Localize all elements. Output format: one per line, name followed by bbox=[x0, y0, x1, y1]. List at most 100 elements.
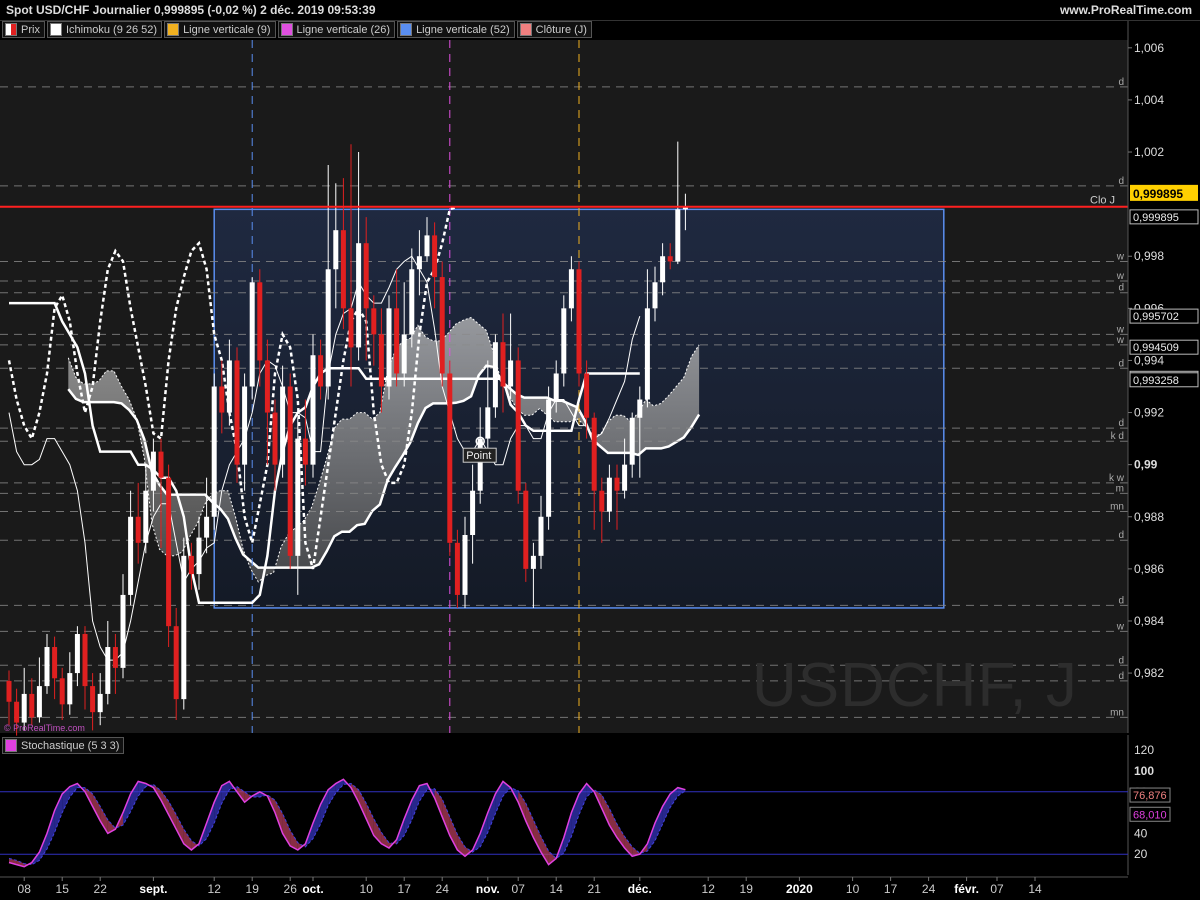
legend-item[interactable]: Ichimoku (9 26 52) bbox=[46, 21, 163, 38]
candle-body bbox=[394, 308, 400, 374]
indicator-legend: Prix Ichimoku (9 26 52) Ligne verticale (9… bbox=[2, 21, 592, 38]
candle-body bbox=[416, 256, 422, 270]
last-price-label: 0,999895 bbox=[1133, 187, 1183, 201]
chart-canvas: ddwwdwwddk dk wmmnddwddmn Clo J Point 1,… bbox=[0, 20, 1199, 896]
candle-body bbox=[340, 230, 346, 309]
candle-body bbox=[409, 269, 415, 335]
time-tick-label: 14 bbox=[1028, 882, 1042, 896]
candle-body bbox=[295, 438, 301, 556]
candle-body bbox=[356, 243, 362, 348]
candle-body bbox=[196, 537, 202, 575]
candle-body bbox=[660, 256, 666, 283]
candle-body bbox=[333, 230, 339, 270]
candle-body bbox=[576, 269, 582, 374]
legend-label: Ligne verticale (26) bbox=[296, 23, 391, 36]
candle-body bbox=[44, 647, 50, 687]
level-tag: d bbox=[1118, 530, 1124, 541]
time-tick-label: févr. bbox=[954, 882, 979, 896]
candle-body bbox=[128, 516, 134, 595]
candle-body bbox=[432, 235, 438, 278]
time-tick-label: 14 bbox=[550, 882, 564, 896]
website-label[interactable]: www.ProRealTime.com bbox=[1060, 3, 1192, 17]
time-tick-label: 19 bbox=[246, 882, 260, 896]
level-tag: k w bbox=[1109, 473, 1125, 484]
candle-body bbox=[454, 542, 460, 595]
price-tick-label: 1,006 bbox=[1134, 41, 1164, 55]
stoch-legend-item[interactable]: Stochastique (5 3 3) bbox=[2, 737, 125, 754]
candle-body bbox=[150, 451, 156, 491]
candle-body bbox=[97, 693, 103, 713]
candle-body bbox=[74, 634, 80, 674]
price-tick-label: 0,982 bbox=[1134, 666, 1164, 680]
candle-body bbox=[29, 693, 35, 718]
candle-body bbox=[644, 308, 650, 400]
level-tag: mn bbox=[1110, 707, 1124, 718]
level-tag: k d bbox=[1111, 431, 1124, 442]
candle-body bbox=[584, 373, 590, 418]
candle-body bbox=[599, 490, 605, 512]
legend-label: Prix bbox=[21, 23, 40, 36]
candle-body bbox=[515, 360, 521, 491]
candle-body bbox=[173, 626, 179, 700]
title-bar: Spot USD/CHF Journalier 0,999895 (-0,02 … bbox=[0, 0, 1200, 21]
level-tag: d bbox=[1118, 418, 1124, 429]
candle-body bbox=[500, 342, 506, 387]
candle-body bbox=[637, 399, 643, 418]
candle-body bbox=[652, 282, 658, 309]
level-tag: w bbox=[1116, 324, 1125, 335]
candle-body bbox=[371, 308, 377, 335]
time-tick-label: 12 bbox=[702, 882, 716, 896]
candle-body bbox=[561, 308, 567, 374]
candle-body bbox=[348, 308, 354, 348]
time-tick-label: sept. bbox=[139, 882, 167, 896]
candle-body bbox=[21, 693, 27, 723]
time-tick-label: 17 bbox=[398, 882, 412, 896]
time-tick-label: 2020 bbox=[786, 882, 813, 896]
candle-body bbox=[204, 516, 210, 538]
stoch-tick-label: 120 bbox=[1134, 743, 1154, 757]
candle-body bbox=[477, 438, 483, 491]
symbol-watermark: USDCHF, J bbox=[752, 651, 1078, 720]
candle-body bbox=[6, 680, 12, 702]
candle-body bbox=[135, 516, 141, 543]
legend-item[interactable]: Prix bbox=[2, 21, 45, 38]
candle-body bbox=[211, 386, 217, 517]
legend-item[interactable]: Clôture (J) bbox=[516, 21, 592, 38]
legend-swatch-icon bbox=[167, 23, 180, 36]
candle-body bbox=[302, 438, 308, 465]
price-tick-label: 0,994 bbox=[1134, 353, 1164, 367]
time-tick-label: 07 bbox=[990, 882, 1004, 896]
price-tick-label: 1,002 bbox=[1134, 145, 1164, 159]
candle-body bbox=[112, 647, 118, 668]
stoch-legend-label: Stochastique (5 3 3) bbox=[21, 739, 120, 752]
level-tag: w bbox=[1116, 335, 1125, 346]
price-tick-label: 1,004 bbox=[1134, 93, 1164, 107]
legend-item[interactable]: Ligne verticale (26) bbox=[277, 21, 396, 38]
legend-item[interactable]: Ligne verticale (9) bbox=[164, 21, 276, 38]
time-tick-label: 26 bbox=[284, 882, 298, 896]
candle-body bbox=[219, 386, 225, 413]
candle-body bbox=[363, 243, 369, 309]
level-tag: d bbox=[1118, 358, 1124, 369]
stoch-value-label: 68,010 bbox=[1133, 809, 1167, 821]
level-tag: d bbox=[1118, 655, 1124, 666]
candle-body bbox=[280, 386, 286, 465]
time-axis: 08 15 22 sept. 12 19 26 oct. 10 17 24 nov. 07 14 21 déc… bbox=[0, 876, 1128, 896]
legend-item[interactable]: Ligne verticale (52) bbox=[397, 21, 515, 38]
candle-body bbox=[614, 477, 620, 491]
candle-body bbox=[272, 412, 278, 465]
time-tick-label: 07 bbox=[512, 882, 526, 896]
candle-body bbox=[249, 282, 255, 387]
level-tag: w bbox=[1116, 621, 1125, 632]
time-tick-label: oct. bbox=[302, 882, 323, 896]
candle-body bbox=[622, 464, 628, 491]
candle-body bbox=[378, 334, 384, 387]
candle-body bbox=[143, 490, 149, 543]
candle-body bbox=[52, 647, 58, 679]
stoch-swatch-icon bbox=[5, 739, 17, 752]
candle-body bbox=[82, 634, 88, 687]
candle-body bbox=[470, 490, 476, 535]
candle-body bbox=[667, 256, 673, 262]
time-tick-label: 08 bbox=[18, 882, 32, 896]
candle-body bbox=[158, 451, 164, 478]
